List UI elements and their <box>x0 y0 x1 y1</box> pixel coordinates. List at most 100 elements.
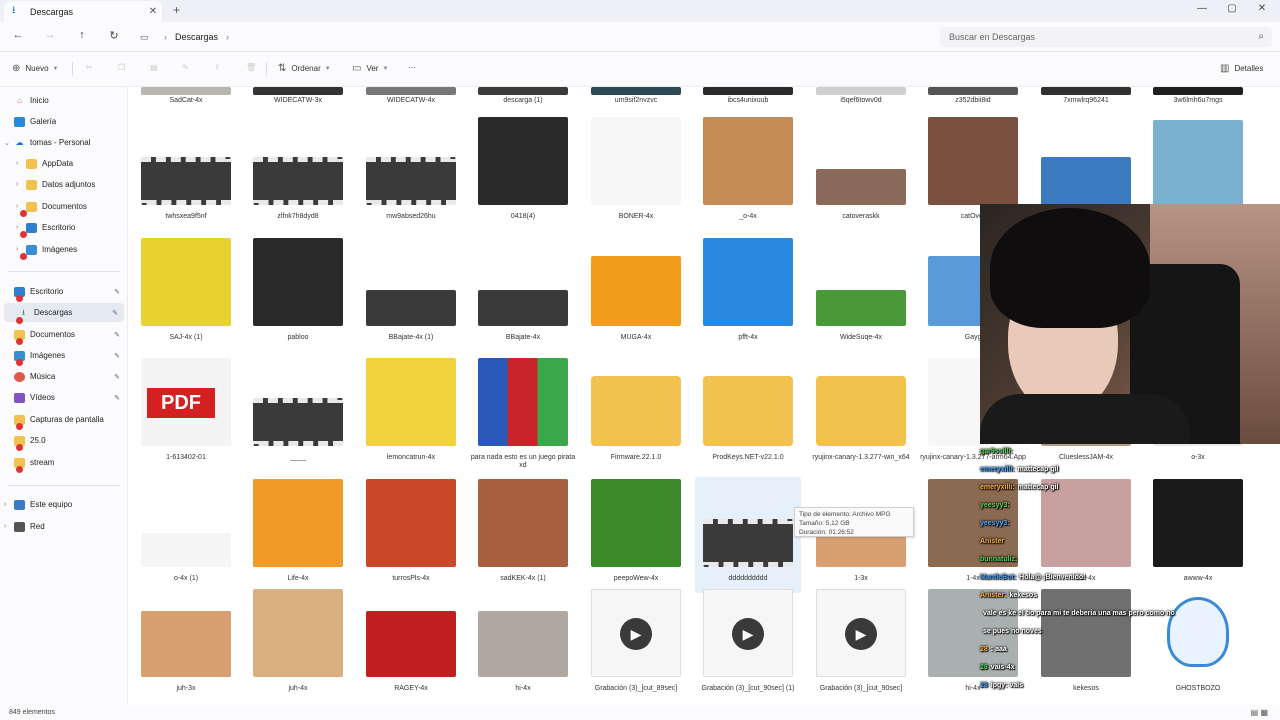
file-item[interactable]: juh-3x <box>133 587 239 703</box>
pin-icon[interactable]: ✎ <box>114 288 120 296</box>
file-item[interactable]: 0418(4) <box>470 115 576 231</box>
file-item[interactable]: RAGEY-4x <box>358 587 464 703</box>
view-toggle-icons[interactable]: ▤ ▦ <box>1251 705 1268 720</box>
cut-icon[interactable]: ✂ <box>86 63 93 72</box>
view-button[interactable]: ▭ Ver ▼ <box>352 63 388 74</box>
sidebar-item-inicio[interactable]: ⌂ Inicio <box>0 91 126 110</box>
file-item[interactable]: BBajate-4x (1) <box>358 236 464 352</box>
view-label: Ver <box>366 64 379 73</box>
file-item[interactable]: pabloo <box>245 236 351 352</box>
file-item[interactable]: PDF 1-613402-01 <box>133 356 239 472</box>
file-item[interactable]: catoveraskk <box>808 115 914 231</box>
file-item[interactable]: BONER-4x <box>583 115 689 231</box>
file-item[interactable]: BBajate-4x <box>470 236 576 352</box>
file-item[interactable]: dddddddddd <box>695 477 801 593</box>
file-item[interactable]: WideSuqe-4x <box>808 236 914 352</box>
chevron-down-icon[interactable]: ⌄ <box>4 139 14 147</box>
back-button[interactable]: ← <box>8 29 28 45</box>
chat-message: 28 vais-4x <box>980 664 1015 671</box>
sidebar-item-videos[interactable]: Vídeos ✎ <box>0 388 126 407</box>
file-item[interactable]: twhsxea9f5nf <box>133 115 239 231</box>
share-icon[interactable]: ⇪ <box>214 63 221 72</box>
sidebar-item-red[interactable]: › Red <box>0 517 126 536</box>
chat-message: bunnatuliz: <box>980 556 1020 563</box>
file-item[interactable]: ▶ Grabación (3)_[cut_90sec] (1) <box>695 587 801 703</box>
file-item[interactable]: ▶ Grabación (3)_[cut_90sec] <box>808 587 914 703</box>
sync-error-icon <box>16 359 23 366</box>
more-options-button[interactable]: ··· <box>408 63 416 72</box>
sidebar-item-escritorio-cloud[interactable]: › Escritorio <box>12 218 138 237</box>
file-item[interactable]: turrosPls-4x <box>358 477 464 593</box>
divider <box>266 62 267 76</box>
close-window-button[interactable]: ✕ <box>1247 3 1277 14</box>
sidebar-item-appdata[interactable]: › AppData <box>12 154 138 173</box>
sort-button[interactable]: ⇅ Ordenar ▼ <box>278 63 331 74</box>
chat-text: mattecap gil <box>1017 466 1059 473</box>
file-item[interactable]: Life-4x <box>245 477 351 593</box>
image-thumbnail <box>478 87 568 95</box>
pin-icon[interactable]: ✎ <box>114 352 120 360</box>
refresh-button[interactable]: ↻ <box>104 29 124 45</box>
file-item[interactable]: ▶ Grabación (3)_[cut_89sec] <box>583 587 689 703</box>
file-tooltip: Tipo de elemento: Archivo MPG Tamaño: 5,… <box>794 507 914 537</box>
minimize-button[interactable]: — <box>1187 3 1217 14</box>
file-name: WIDECATW-4x <box>387 97 435 104</box>
forward-button[interactable]: → <box>40 29 60 45</box>
file-item[interactable]: peepoWew-4x <box>583 477 689 593</box>
file-item[interactable]: ProdKeys.NET-v22.1.0 <box>695 356 801 472</box>
sidebar-item-documentos-cloud[interactable]: › Documentos <box>12 197 138 216</box>
cloud-icon: ☁ <box>15 137 24 147</box>
file-item[interactable]: mw9absed26hu <box>358 115 464 231</box>
image-thumbnail <box>928 117 1018 205</box>
file-item[interactable]: o-4x (1) <box>133 477 239 593</box>
breadcrumb-item[interactable]: Descargas <box>175 32 218 42</box>
file-item[interactable]: zlfnk7h8dyd8 <box>245 115 351 231</box>
chat-text: : aaa <box>990 646 1007 653</box>
file-item[interactable]: Firmware.22.1.0 <box>583 356 689 472</box>
search-input[interactable]: Buscar en Descargas ⌕ <box>940 27 1272 47</box>
pin-icon[interactable]: ✎ <box>114 373 120 381</box>
paste-icon[interactable]: ▤ <box>150 63 158 72</box>
video-thumbnail <box>253 157 343 205</box>
sidebar-item-onedrive[interactable]: ⌄ ☁ tomas - Personal <box>0 133 126 152</box>
new-button[interactable]: ⊕ Nuevo ▼ <box>12 63 58 74</box>
file-item[interactable]: lemoncatrun-4x <box>358 356 464 472</box>
file-item[interactable]: ryujinx-canary-1.3.277-win_x64 <box>808 356 914 472</box>
file-name: um9sif2nvzvc <box>614 97 658 104</box>
sidebar-item-musica[interactable]: Música ✎ <box>0 367 126 386</box>
file-item[interactable]: juh-4x <box>245 587 351 703</box>
file-item[interactable]: SAJ-4x (1) <box>133 236 239 352</box>
breadcrumb[interactable]: ▭ › Descargas › <box>134 27 924 47</box>
delete-icon[interactable]: 🗑 <box>246 63 256 72</box>
pin-icon[interactable]: ✎ <box>112 309 118 317</box>
file-item[interactable]: _o-4x <box>695 115 801 231</box>
pin-icon[interactable]: ✎ <box>114 394 120 402</box>
sidebar-item-este-equipo[interactable]: › Este equipo <box>0 495 126 514</box>
chat-username: 28 <box>980 682 988 689</box>
pin-icon[interactable]: ✎ <box>114 331 120 339</box>
maximize-button[interactable]: ▢ <box>1217 3 1247 14</box>
sidebar-item-datos-adjuntos[interactable]: › Datos adjuntos <box>12 175 138 194</box>
copy-icon[interactable]: ❐ <box>118 63 125 72</box>
new-tab-button[interactable]: + <box>173 3 180 17</box>
file-item[interactable]: sadKEK-4x (1) <box>470 477 576 593</box>
media-file-icon: ▶ <box>703 589 793 677</box>
sidebar-item-label: 25.0 <box>30 436 46 445</box>
rename-icon[interactable]: ✎ <box>182 63 189 72</box>
tab-descargas[interactable]: ⭳ Descargas ✕ <box>4 1 162 22</box>
file-item[interactable]: pfft-4x <box>695 236 801 352</box>
image-thumbnail <box>591 256 681 326</box>
file-item[interactable]: hi-4x <box>470 587 576 703</box>
up-button[interactable]: ↑ <box>72 29 92 45</box>
sidebar-item-galeria[interactable]: Galería <box>0 112 126 131</box>
file-name: ryujinx-canary-1.3.277-win_x64 <box>812 454 910 461</box>
details-button[interactable]: ▥ Detalles <box>1220 63 1263 74</box>
file-item[interactable]: para nada esto es un juego pirata xd <box>470 356 576 472</box>
stream-chat-overlay: gar9ssilli: emeryxilli: mattecap gil emeryx… <box>980 448 1175 710</box>
sync-error-icon <box>16 466 23 473</box>
close-tab-icon[interactable]: ✕ <box>144 6 162 17</box>
file-item[interactable]: ____ <box>245 356 351 472</box>
file-item[interactable]: MUGA-4x <box>583 236 689 352</box>
file-name: pfft-4x <box>738 334 758 341</box>
sidebar-item-imagenes-cloud[interactable]: › Imágenes <box>12 240 138 259</box>
